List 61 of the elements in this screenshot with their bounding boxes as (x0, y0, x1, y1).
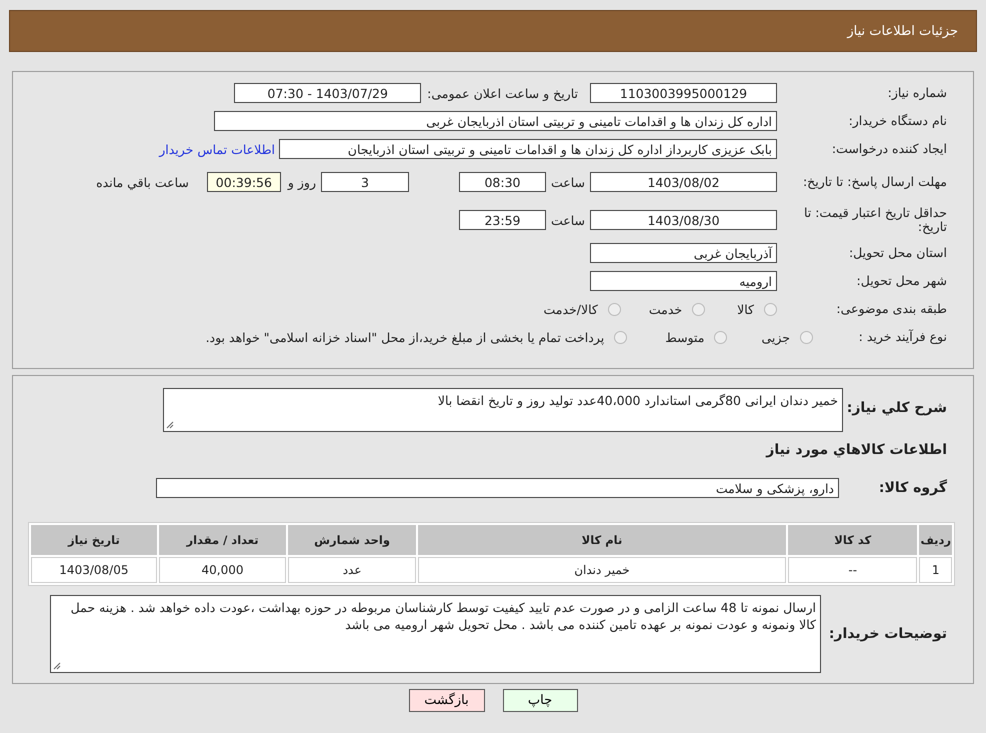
column-header: کد کالا (788, 525, 918, 555)
table-cell: خمیر دندان (418, 557, 786, 583)
field-value: 23:59 (458, 210, 546, 230)
field-label: شهر محل تحویل: (856, 274, 947, 288)
radio-button[interactable] (608, 302, 621, 316)
radio-button[interactable] (800, 330, 813, 344)
field-value: بابک عزیزی کاربرداز اداره کل زندان ها و اقدامات تامینی و تربیتی استان اذربایجان (279, 139, 777, 159)
page-title: جزئیات اطلاعات نیاز (847, 24, 958, 38)
field-label: حداقل تاریخ اعتبار قیمت: تا تاریخ: (802, 206, 947, 234)
radio-button[interactable] (714, 330, 728, 344)
radio-button[interactable] (692, 302, 706, 316)
table-cell: 40,000 (158, 557, 286, 583)
contact-link[interactable]: اطلاعات تماس خریدار (159, 142, 275, 156)
table-cell: -- (788, 557, 918, 583)
field-label: شرح کلي نياز: (846, 400, 947, 416)
field-value: آذربایجان غربی (590, 243, 777, 263)
column-header: تاریخ نیاز (31, 525, 157, 555)
print-button[interactable]: چاپ (502, 689, 578, 712)
field-label: روز و (288, 174, 316, 190)
field-label: ایجاد کننده درخواست: (830, 142, 947, 156)
column-header: تعداد / مقدار (158, 525, 286, 555)
field-value: دارو، پزشکی و سلامت (156, 478, 839, 498)
back-button[interactable]: بازگشت (408, 689, 484, 712)
countdown-field: 00:39:56 (206, 172, 281, 192)
field-label: نام دستگاه خریدار: (848, 114, 947, 128)
field-value: 1403/08/30 (590, 210, 777, 230)
field-value: ارومیه (590, 271, 777, 291)
option-label: خدمت (648, 302, 682, 316)
table-cell: 1403/08/05 (31, 557, 157, 583)
table-cell: 1 (919, 557, 952, 583)
field-value: 1103003995000129 (590, 83, 777, 103)
notes-box[interactable]: ارسال نمونه تا 48 ساعت الزامی و در صورت عدم تایید کیفیت توسط کارشناسان مربوطه در حوزه بهداشت ،عودت داده خواهد شد . هزینه حمل کالا ونمونه و عودت نمونه بر عهده تامین کننده می باشد . محل تحویل شهر ارومیه می باشد (50, 595, 821, 673)
field-label: شماره نیاز: (886, 86, 947, 100)
field-value: 08:30 (458, 172, 546, 192)
table-cell: عدد (288, 557, 416, 583)
radio-button[interactable] (614, 330, 628, 344)
field-label: مهلت ارسال پاسخ: تا تاریخ: (802, 175, 947, 189)
field-label: تاریخ و ساعت اعلان عمومی: (427, 86, 578, 100)
column-header: نام کالا (418, 525, 786, 555)
field-value: اداره کل زندان ها و اقدامات تامینی و تربیتی استان اذربایجان غربی (214, 111, 777, 131)
column-header: واحد شمارش (288, 525, 416, 555)
option-label: متوسط (665, 330, 704, 344)
description-box[interactable]: خمیر دندان ایرانی 80گرمی استاندارد 40،000عدد تولید روز و تاریخ انقضا بالا (163, 388, 843, 432)
field-label: ساعت باقي مانده (96, 174, 189, 190)
section-title: اطلاعات کالاهاي مورد نياز (766, 442, 947, 458)
field-label: طبقه بندی موضوعی: (835, 302, 947, 316)
field-label: ساعت (550, 174, 585, 190)
option-label: جزیی (761, 330, 790, 344)
field-label: توضیحات خریدار: (828, 626, 947, 642)
field-label: استان محل تحویل: (848, 246, 947, 260)
option-label: کالا/خدمت (543, 302, 598, 316)
option-label: پرداخت تمام یا بخشی از مبلغ خرید،از محل "اسناد خزانه اسلامی" خواهد بود. (206, 330, 604, 344)
radio-button[interactable] (764, 302, 777, 316)
option-label: کالا (737, 302, 754, 316)
field-value: 1403/08/02 (590, 172, 777, 192)
field-label: نوع فرآیند خرید : (858, 330, 947, 344)
field-label: گروه کالا: (878, 480, 947, 496)
field-label: ساعت (550, 212, 585, 228)
field-value: 1403/07/29 - 07:30 (234, 83, 422, 103)
column-header: ردیف (919, 525, 952, 555)
field-value: 3 (320, 172, 409, 192)
